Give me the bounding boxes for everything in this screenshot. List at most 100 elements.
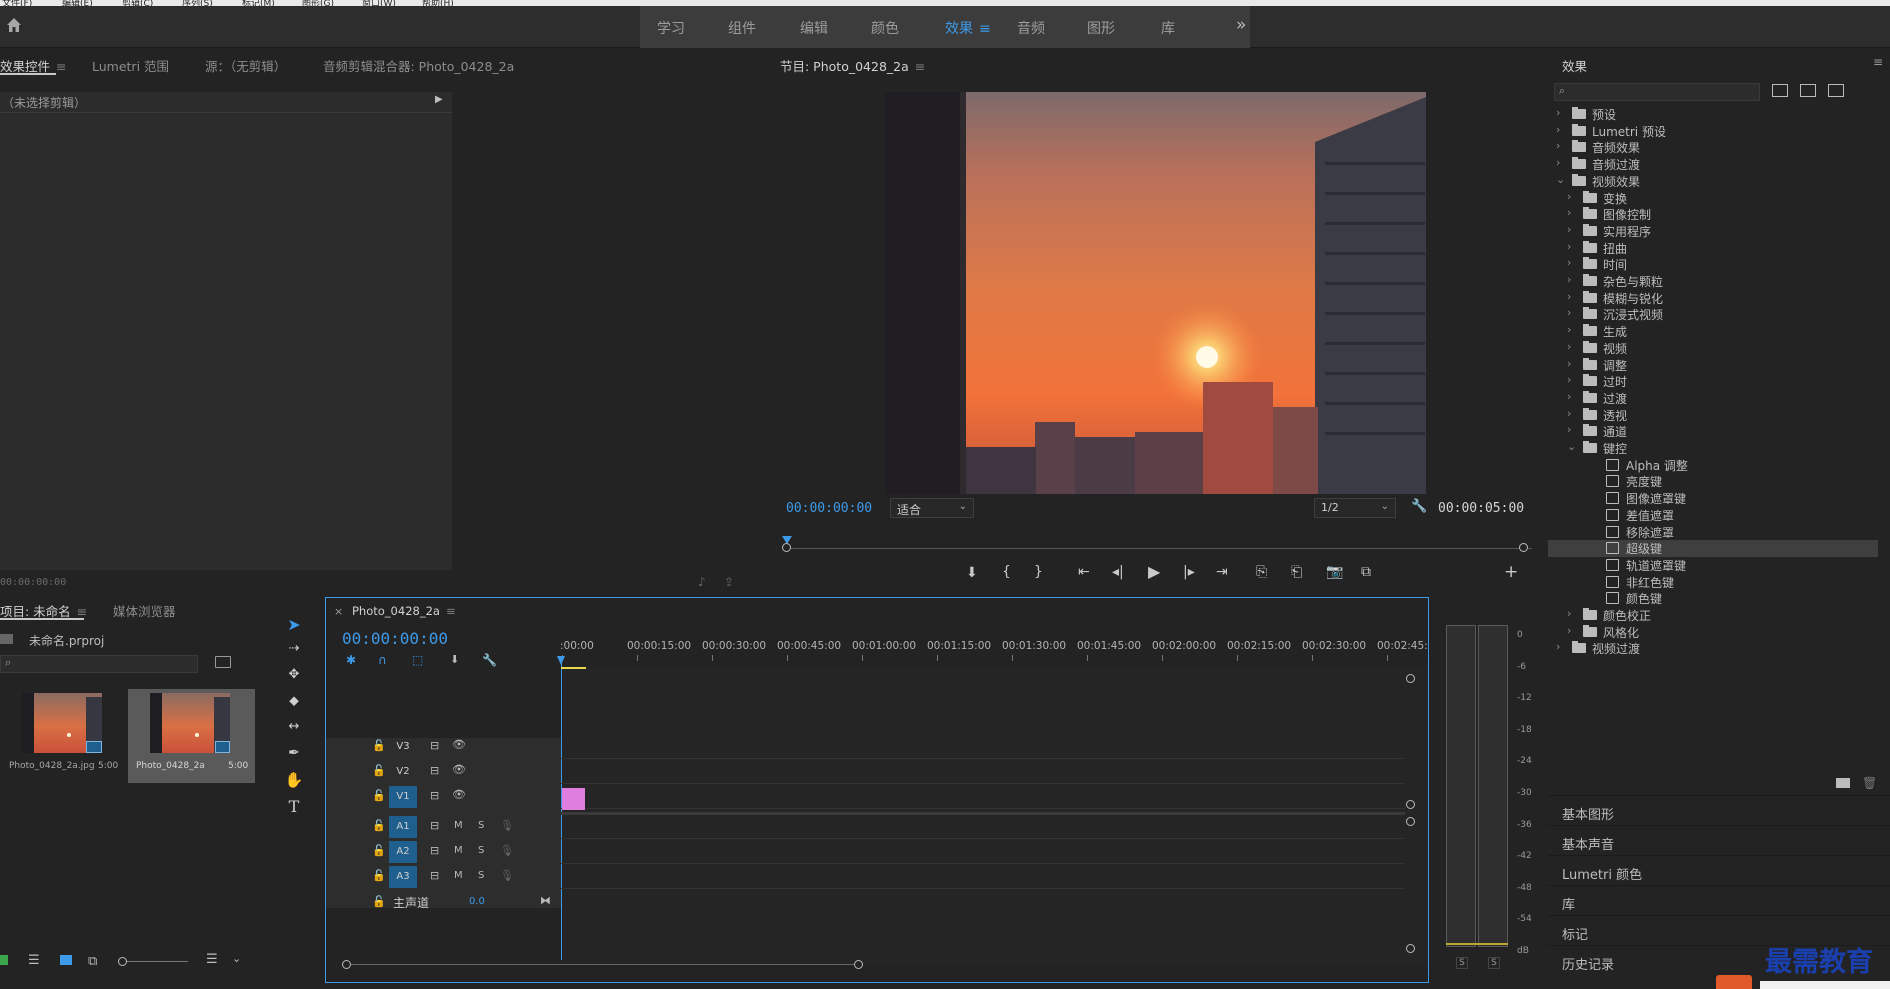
mute-button[interactable]: M [454,870,463,881]
chevron-right-icon[interactable]: › [1567,240,1571,253]
chevron-right-icon[interactable]: › [1567,256,1571,269]
go-to-out-button[interactable]: ⇥ [1216,564,1228,580]
effects-tree-item[interactable]: › 音频过渡 [1548,156,1878,173]
video-audio-divider[interactable] [561,812,1405,815]
track-select-tool-icon[interactable]: ⇢ [283,641,305,656]
chevron-down-icon[interactable]: ⌄ [1556,173,1565,186]
resolution-dropdown[interactable]: 1/2 ⌄ [1314,498,1396,518]
tab-source[interactable]: 源：（无剪辑） [205,56,286,75]
chevron-right-icon[interactable]: › [1567,340,1571,353]
zoom-slider[interactable] [118,957,188,966]
chevron-down-icon[interactable]: ⌄ [1567,440,1576,453]
razor-tool-icon[interactable]: ⬥ [283,693,305,709]
step-forward-button[interactable]: |▸ [1183,564,1195,580]
timeline-vertical-scroll-top[interactable] [1406,674,1415,683]
zoom-slider-handle[interactable] [118,957,127,966]
freeform-view-icon[interactable]: ⧉ [88,954,97,969]
tab-audio-clip-mixer[interactable]: 音频剪辑混合器: Photo_0428_2a [323,56,514,75]
zoom-fit-dropdown[interactable]: 适合 ⌄ [890,498,974,518]
snap-icon[interactable]: ✱ [346,653,356,667]
play-button[interactable]: ▶ [1148,562,1160,581]
eye-icon[interactable]: 👁 [452,738,466,751]
hand-tool-icon[interactable]: ✋ [283,771,305,789]
effects-tree-item[interactable]: › 杂色与颗粒 [1548,273,1878,290]
lock-icon[interactable]: 🔓 [372,739,386,752]
effects-search-input[interactable]: ⌕ [1554,83,1760,101]
go-to-in-button[interactable]: ⇤ [1078,564,1090,580]
effects-tree-item[interactable]: 轨道遮罩键 [1548,557,1878,574]
mute-button[interactable]: M [454,820,463,831]
add-marker-icon[interactable]: ⬇ [450,653,459,666]
sync-lock-icon[interactable]: ⊟ [430,739,439,752]
workspace-tab[interactable]: 编辑 [800,18,828,38]
microphone-icon[interactable]: 🎙 [500,819,514,832]
close-icon[interactable]: × [334,605,343,618]
delete-icon[interactable]: 🗑 [1862,776,1877,790]
solo-left-button[interactable]: S [1456,957,1468,969]
workspace-tab[interactable]: 音频 [1017,18,1045,38]
effects-tree-item[interactable]: › 实用程序 [1548,223,1878,240]
sequence-tab[interactable]: Photo_0428_2a ≡ [352,604,456,618]
tab-program[interactable]: 节目: Photo_0428_2a ≡ [780,56,925,75]
playhead-handle[interactable] [557,656,565,665]
effects-tree-item[interactable]: Alpha 调整 [1548,457,1878,474]
track-target-a3[interactable]: A3 [389,866,417,888]
chevron-right-icon[interactable]: › [1567,323,1571,336]
effects-tree-item[interactable]: › 音频效果 [1548,139,1878,156]
lift-button[interactable]: ⎘ [1256,564,1267,580]
effects-tree-item[interactable]: › 通道 [1548,423,1878,440]
tab-lumetri-scopes[interactable]: Lumetri 范围 [92,56,169,75]
add-marker-button[interactable]: ⬇ [966,565,978,581]
timeline-timecode[interactable]: 00:00:00:00 [342,629,448,648]
chevron-right-icon[interactable]: › [1556,106,1560,119]
lock-icon[interactable]: 🔓 [372,789,386,802]
effects-tree-item[interactable]: › 扭曲 [1548,240,1878,257]
panel-menu-icon[interactable]: ≡ [77,604,87,619]
program-playhead-timecode[interactable]: 00:00:00:00 [786,501,872,516]
list-view-icon[interactable]: ☰ [28,953,40,968]
microphone-icon[interactable]: 🎙 [500,869,514,882]
home-icon[interactable] [4,15,24,35]
eye-icon[interactable]: 👁 [452,788,466,801]
panel-menu-icon[interactable]: ≡ [915,59,925,74]
solo-button[interactable]: S [478,820,484,831]
workspace-tab[interactable]: 库 [1161,18,1175,38]
master-expand-icon[interactable]: ⧓ [540,894,551,907]
magnet-icon[interactable]: ∩ [378,653,387,667]
effects-tree-item[interactable]: › 风格化 [1548,624,1878,641]
chevron-right-icon[interactable]: › [1567,407,1571,420]
comparison-view-button[interactable]: ⧉ [1361,564,1371,580]
workspace-tab[interactable]: 组件 [728,18,756,38]
tab-media-browser[interactable]: 媒体浏览器 [113,601,176,620]
lock-icon[interactable]: 🔓 [372,764,386,777]
work-area-bar[interactable] [561,667,586,669]
track-target-v2[interactable]: V2 [389,761,417,783]
effects-tree-item[interactable]: › Lumetri 预设 [1548,123,1878,140]
step-back-button[interactable]: ◂| [1112,564,1124,580]
chevron-right-icon[interactable]: › [1567,357,1571,370]
chevron-right-icon[interactable]: › [1556,139,1560,152]
workspace-tab[interactable]: 效果 ≡ [945,18,991,38]
chevron-right-icon[interactable]: › [1556,123,1560,136]
mark-in-button[interactable]: { [1002,564,1011,580]
hscroll-right-handle[interactable] [854,960,863,969]
effects-tree-item[interactable]: 颜色键 [1548,590,1878,607]
sort-icon[interactable]: ☰ [206,952,218,967]
new-custom-bin-icon[interactable] [1836,778,1850,788]
effects-tree-item[interactable]: › 预设 [1548,106,1878,123]
chevron-right-icon[interactable]: › [1567,273,1571,286]
add-button-icon[interactable]: + [1504,562,1518,582]
sync-lock-icon[interactable]: ⊟ [430,869,439,882]
chevron-right-icon[interactable]: › [1567,423,1571,436]
chevron-right-icon[interactable]: › [1567,190,1571,203]
panel-menu-icon[interactable]: ≡ [446,604,456,618]
lock-icon[interactable] [0,955,8,965]
track-target-a1[interactable]: A1 [389,816,417,838]
effects-tree-item[interactable]: › 模糊与锐化 [1548,290,1878,307]
timeline-vertical-scroll-mid2[interactable] [1406,817,1415,826]
slip-tool-icon[interactable]: ↔ [283,719,305,734]
master-track-volume[interactable]: 0.0 [469,896,485,907]
workspace-tab[interactable]: 图形 [1087,18,1115,38]
sync-lock-icon[interactable]: ⊟ [430,844,439,857]
chevron-right-icon[interactable]: › [1556,640,1560,653]
